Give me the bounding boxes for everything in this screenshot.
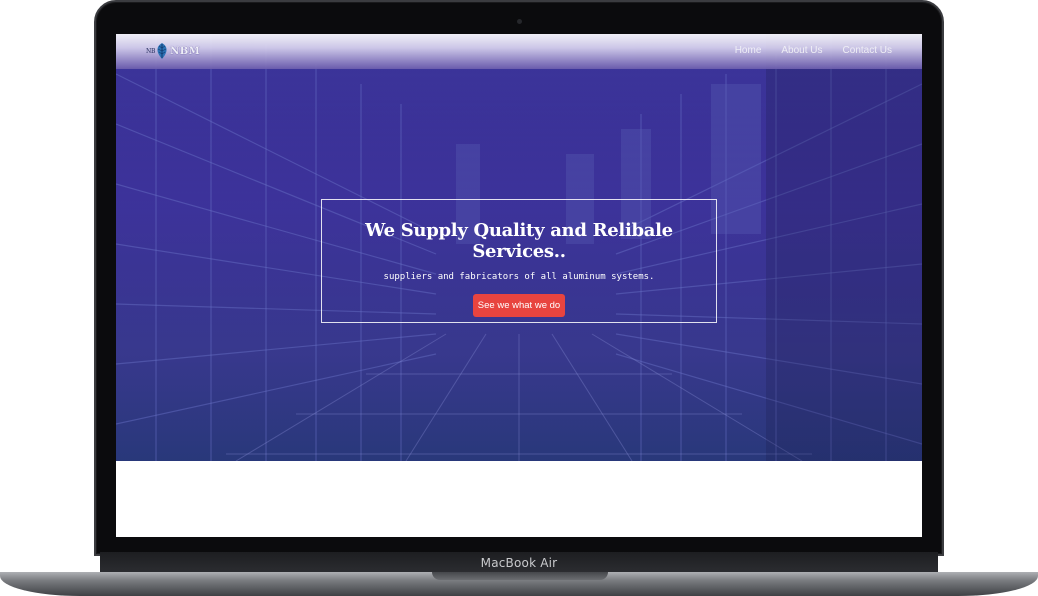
hero-title: We Supply Quality and Relibale Services.… [365,220,673,262]
device-label: MacBook Air [480,556,558,570]
browser-viewport: We Supply Quality and Relibale Services.… [116,34,922,537]
camera-icon [517,19,522,24]
hero-subtitle: suppliers and fabricators of all aluminu… [383,272,655,282]
nav-link-home[interactable]: Home [735,45,762,56]
site-logo[interactable]: NB NBM [146,42,200,60]
nav-link-contact-us[interactable]: Contact Us [843,45,892,56]
hero-section: We Supply Quality and Relibale Services.… [116,34,922,461]
nav-links: Home About Us Contact Us [735,45,892,56]
laptop-base-notch [432,572,608,580]
logo-wordmark: NBM [170,45,201,57]
top-navbar: NB NBM Home About Us Contact Us [116,34,922,69]
hero-textbox: We Supply Quality and Relibale Services.… [321,199,717,323]
see-what-we-do-button[interactable]: See we what we do [472,294,566,317]
nav-link-about-us[interactable]: About Us [781,45,822,56]
logo-mark-text: NB [146,47,156,55]
leaf-logo-icon [157,43,167,59]
